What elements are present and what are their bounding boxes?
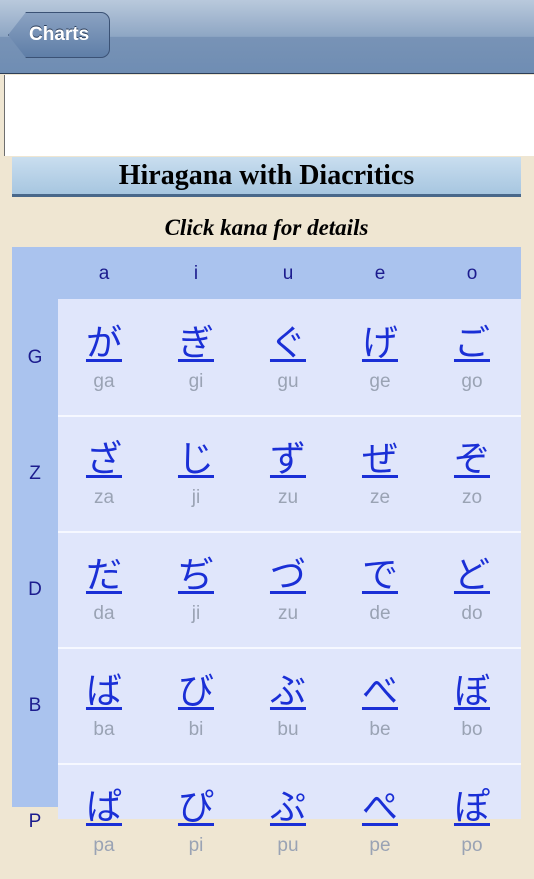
column-header-u: u	[282, 263, 294, 284]
romaji-label: zu	[277, 487, 299, 508]
row-header-p: P	[28, 811, 42, 832]
kana-link[interactable]: ば	[58, 669, 150, 715]
kana-link[interactable]: げ	[334, 321, 426, 367]
romaji-label: pu	[277, 835, 299, 856]
romaji-label: pi	[188, 835, 204, 856]
kana-link[interactable]: ぼ	[426, 669, 518, 715]
kana-link[interactable]: ぐ	[242, 321, 334, 367]
kana-link[interactable]: び	[150, 669, 242, 715]
kana-link[interactable]: ぞ	[426, 437, 518, 483]
kana-cell-ga[interactable]: が ga	[58, 299, 150, 415]
kana-cell-bo[interactable]: ぼ bo	[426, 647, 518, 763]
romaji-label: be	[369, 719, 391, 740]
kana-cell-po[interactable]: ぽ po	[426, 763, 518, 879]
instruction-text: Click kana for details	[164, 215, 369, 240]
romaji-label: bi	[188, 719, 204, 740]
kana-link[interactable]: ざ	[58, 437, 150, 483]
kana-cell-da[interactable]: だ da	[58, 531, 150, 647]
kana-cell-do[interactable]: ど do	[426, 531, 518, 647]
romaji-label: ge	[369, 371, 391, 392]
kana-cell-de[interactable]: で de	[334, 531, 426, 647]
kana-cell-pe[interactable]: ぺ pe	[334, 763, 426, 879]
kana-link[interactable]: ぱ	[58, 785, 150, 831]
kana-link[interactable]: ぽ	[426, 785, 518, 831]
kana-cell-gu[interactable]: ぐ gu	[242, 299, 334, 415]
romaji-label: ze	[369, 487, 391, 508]
kana-cell-ba[interactable]: ば ba	[58, 647, 150, 763]
row-header-z: Z	[29, 463, 41, 484]
kana-cell-gi[interactable]: ぎ gi	[150, 299, 242, 415]
kana-link[interactable]: ぎ	[150, 321, 242, 367]
kana-cell-du[interactable]: づ zu	[242, 531, 334, 647]
kana-link[interactable]: ぴ	[150, 785, 242, 831]
kana-cell-ge[interactable]: げ ge	[334, 299, 426, 415]
romaji-label: pe	[369, 835, 391, 856]
row-header-g: G	[27, 347, 43, 368]
column-header-e: e	[374, 263, 386, 284]
row-header-d: D	[28, 579, 42, 600]
kana-link[interactable]: ず	[242, 437, 334, 483]
romaji-label: gu	[277, 371, 299, 392]
kana-link[interactable]: ぷ	[242, 785, 334, 831]
romaji-label: ga	[93, 371, 115, 392]
romaji-label: ji	[191, 603, 201, 624]
kana-link[interactable]: ど	[426, 553, 518, 599]
kana-cell-pa[interactable]: ぱ pa	[58, 763, 150, 879]
kana-cell-di[interactable]: ぢ ji	[150, 531, 242, 647]
romaji-label: zu	[277, 603, 299, 624]
kana-cell-zu[interactable]: ず zu	[242, 415, 334, 531]
romaji-label: ji	[191, 487, 201, 508]
romaji-label: de	[369, 603, 391, 624]
kana-link[interactable]: ぺ	[334, 785, 426, 831]
kana-cell-ze[interactable]: ぜ ze	[334, 415, 426, 531]
romaji-label: gi	[188, 371, 204, 392]
navigation-bar: Charts	[0, 0, 534, 74]
kana-cell-za[interactable]: ざ za	[58, 415, 150, 531]
kana-cell-be[interactable]: べ be	[334, 647, 426, 763]
romaji-label: ba	[93, 719, 115, 740]
kana-link[interactable]: が	[58, 321, 150, 367]
kana-link[interactable]: ご	[426, 321, 518, 367]
kana-cell-pi[interactable]: ぴ pi	[150, 763, 242, 879]
kana-link[interactable]: ぶ	[242, 669, 334, 715]
back-button[interactable]: Charts	[8, 12, 110, 58]
ad-banner	[4, 75, 534, 156]
kana-link[interactable]: で	[334, 553, 426, 599]
title-bar: Hiragana with Diacritics	[12, 157, 521, 197]
romaji-label: pa	[93, 835, 115, 856]
romaji-label: bo	[461, 719, 483, 740]
kana-link[interactable]: ぜ	[334, 437, 426, 483]
row-header-b: B	[28, 695, 42, 716]
kana-link[interactable]: づ	[242, 553, 334, 599]
column-header-i: i	[193, 263, 199, 284]
kana-link[interactable]: だ	[58, 553, 150, 599]
romaji-label: do	[461, 603, 483, 624]
kana-cell-bu[interactable]: ぶ bu	[242, 647, 334, 763]
romaji-label: da	[93, 603, 115, 624]
page-title: Hiragana with Diacritics	[118, 160, 415, 191]
kana-cell-bi[interactable]: び bi	[150, 647, 242, 763]
romaji-label: po	[461, 835, 483, 856]
romaji-label: za	[93, 487, 115, 508]
column-header-a: a	[98, 263, 110, 284]
kana-cell-zo[interactable]: ぞ zo	[426, 415, 518, 531]
kana-cell-pu[interactable]: ぷ pu	[242, 763, 334, 879]
kana-link[interactable]: じ	[150, 437, 242, 483]
kana-cells: が ga ぎ gi ぐ gu げ ge ご go ざ za じ ji ず zu ぜ ze ぞ zo …	[58, 299, 521, 856]
romaji-label: bu	[277, 719, 299, 740]
column-header-o: o	[466, 263, 478, 284]
kana-grid: a i u e o G Z D B P が ga ぎ gi ぐ gu げ ge ご go …	[12, 247, 521, 856]
kana-cell-go[interactable]: ご go	[426, 299, 518, 415]
kana-link[interactable]: べ	[334, 669, 426, 715]
romaji-label: zo	[461, 487, 483, 508]
romaji-label: go	[461, 371, 483, 392]
kana-link[interactable]: ぢ	[150, 553, 242, 599]
kana-cell-ji[interactable]: じ ji	[150, 415, 242, 531]
